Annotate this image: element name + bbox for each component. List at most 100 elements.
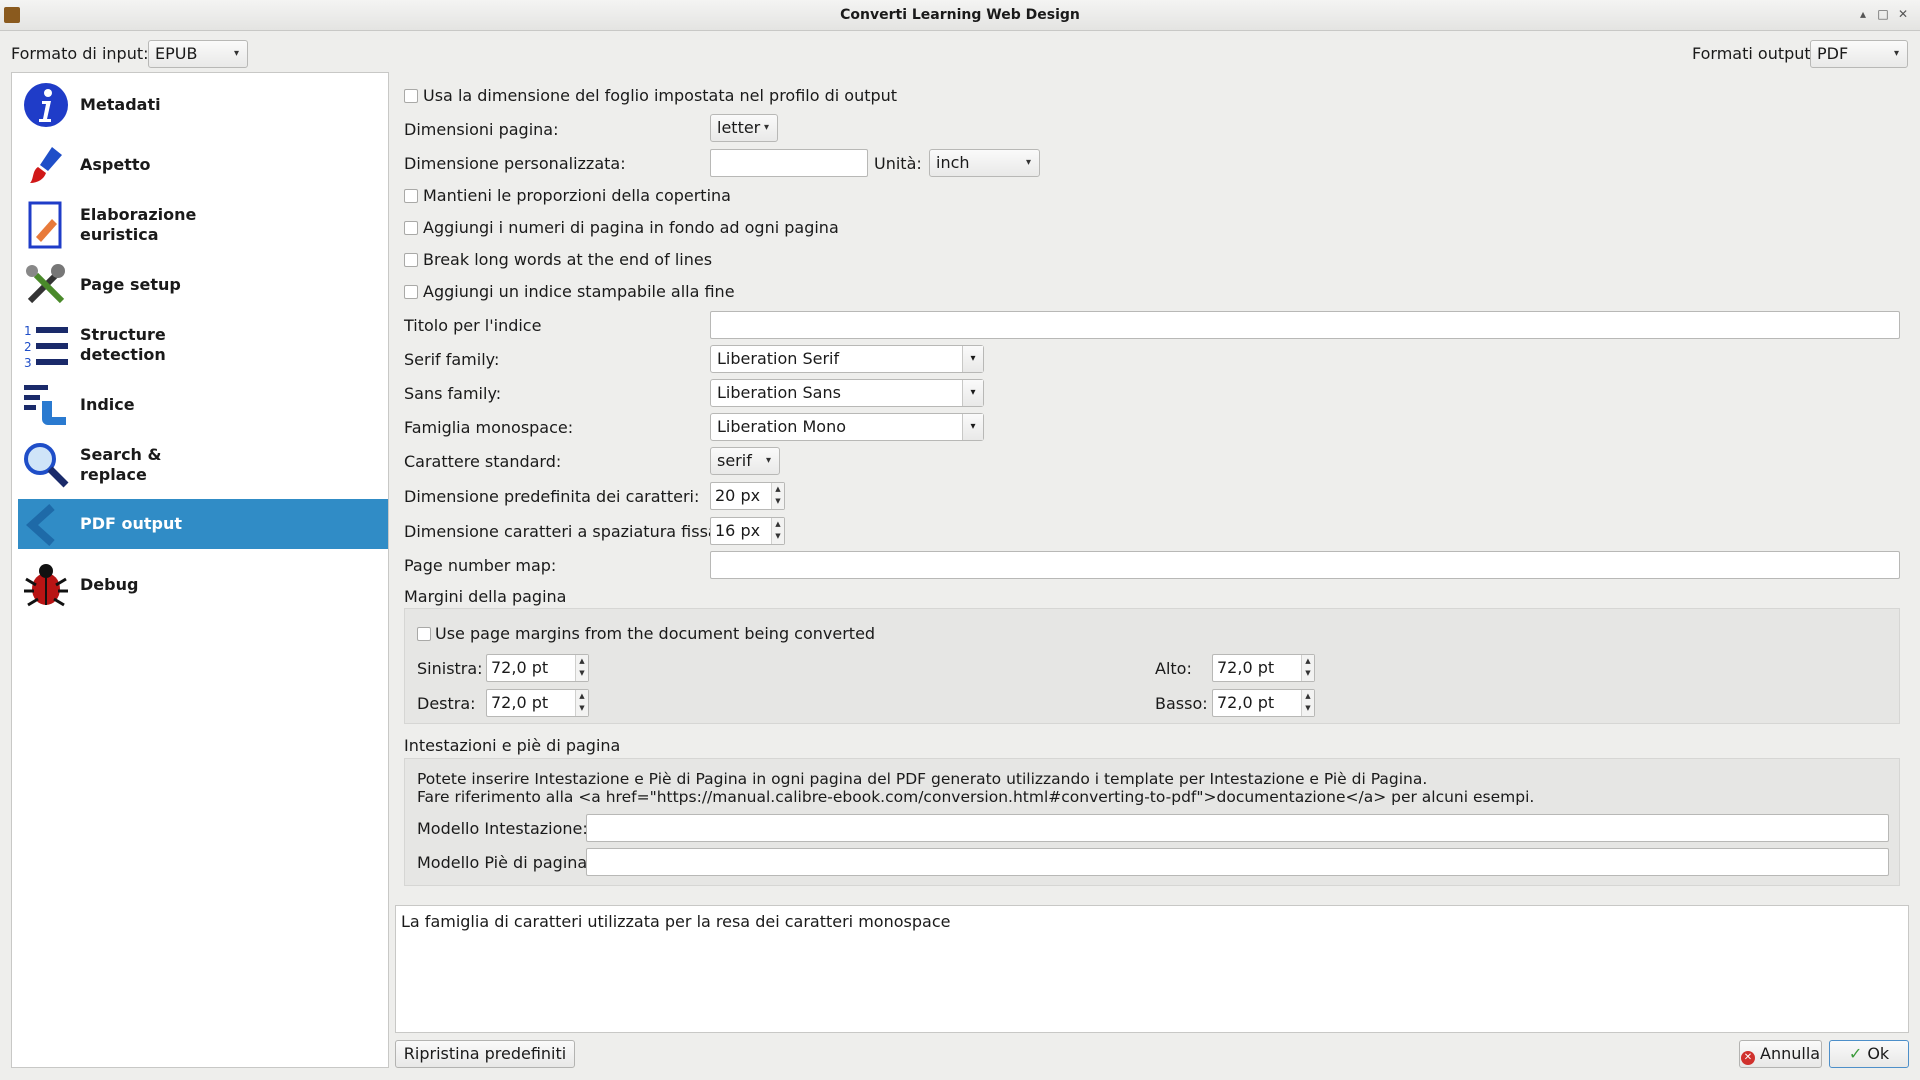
output-format-value: PDF [1817,44,1849,63]
serif-family-label: Serif family: [404,350,500,369]
default-font-size-label: Dimensione predefinita dei caratteri: [404,487,700,506]
toc-title-input[interactable] [710,311,1900,339]
default-font-size-value: 20 px [715,486,761,505]
margin-right-spinbox[interactable]: 72,0 pt ▲ ▼ [486,689,589,717]
mono-family-select[interactable]: Liberation Mono ▾ [710,413,984,441]
sidebar-item-metadata[interactable]: Metadati [18,77,388,131]
chevron-down-icon: ▾ [962,380,983,406]
chevron-down-icon: ▾ [962,346,983,372]
output-format-label: Formati output [1692,44,1811,63]
sidebar-item-toc[interactable]: Indice [18,377,388,431]
custom-size-label: Dimensione personalizzata: [404,154,626,173]
sidebar-item-label: Structure detection [80,325,166,364]
break-long-words-label: Break long words at the end of lines [423,250,713,269]
help-description-box: La famiglia di caratteri utilizzata per … [395,905,1909,1033]
use-doc-margins-checkbox[interactable] [417,627,431,641]
sans-family-label: Sans family: [404,384,502,403]
unit-select[interactable]: inch ▾ [929,149,1040,177]
margin-left-label: Sinistra: [417,659,483,678]
header-template-input[interactable] [586,814,1889,842]
sidebar-item-appearance[interactable]: Aspetto [18,137,388,191]
sidebar-item-label: Indice [80,395,135,414]
keep-cover-ratio-label: Mantieni le proporzioni della copertina [423,186,731,205]
standard-font-value: serif [717,451,752,470]
svg-text:2: 2 [24,340,32,354]
add-printable-toc-checkbox[interactable] [404,285,418,299]
margin-right-value: 72,0 pt [491,693,549,712]
back-arrow-icon [26,504,55,546]
mono-font-size-value: 16 px [715,521,761,540]
chevron-down-icon: ▾ [1025,157,1031,168]
margin-top-spinbox[interactable]: 72,0 pt ▲ ▼ [1212,654,1315,682]
check-icon: ✓ [1848,1044,1863,1063]
chevron-down-icon: ▾ [233,48,239,59]
input-format-select[interactable]: EPUB ▾ [148,40,248,68]
tools-icon [26,264,65,304]
serif-family-value: Liberation Serif [717,349,840,368]
maximize-icon[interactable]: □ [1876,7,1890,21]
standard-font-select[interactable]: serif ▾ [710,447,780,475]
toc-icon [24,385,66,425]
mono-font-size-label: Dimensione caratteri a spaziatura fissa: [404,522,724,541]
page-number-map-label: Page number map: [404,556,557,575]
sidebar-item-label: Aspetto [80,155,151,174]
footer-template-input[interactable] [586,848,1889,876]
info-icon [24,83,68,127]
spin-arrows-icon[interactable]: ▲ ▼ [771,518,784,544]
serif-family-select[interactable]: Liberation Serif ▾ [710,345,984,373]
brush-icon [30,147,62,183]
restore-defaults-button[interactable]: Ripristina predefiniti [395,1040,575,1068]
ok-button[interactable]: ✓ Ok [1829,1040,1909,1068]
spin-arrows-icon[interactable]: ▲ ▼ [771,483,784,509]
page-number-map-input[interactable] [710,551,1900,579]
add-page-numbers-checkbox[interactable] [404,221,418,235]
page-size-select[interactable]: letter ▾ [710,114,778,142]
mono-family-value: Liberation Mono [717,417,846,436]
cancel-button[interactable]: ✕ Annulla [1739,1040,1822,1068]
footer-template-label: Modello Piè di pagina [417,853,588,872]
chevron-down-icon: ▾ [962,414,983,440]
margin-left-spinbox[interactable]: 72,0 pt ▲ ▼ [486,654,589,682]
margins-group: Use page margins from the document being… [404,608,1900,724]
heuristics-icon [28,201,62,249]
chevron-down-icon: ▾ [765,455,771,466]
sidebar-item-debug[interactable]: Debug [18,557,388,611]
minimize-icon[interactable]: ▴ [1856,7,1870,21]
sans-family-select[interactable]: Liberation Sans ▾ [710,379,984,407]
unit-label: Unità: [874,154,922,173]
margin-left-value: 72,0 pt [491,658,549,677]
margin-bottom-spinbox[interactable]: 72,0 pt ▲ ▼ [1212,689,1315,717]
keep-cover-ratio-checkbox[interactable] [404,189,418,203]
spin-arrows-icon[interactable]: ▲ ▼ [575,690,588,716]
unit-value: inch [936,153,970,172]
spin-arrows-icon[interactable]: ▲ ▼ [1301,690,1314,716]
sidebar-item-search-replace[interactable]: Search & replace [18,437,388,491]
magnifier-icon [24,443,69,488]
add-page-numbers-label: Aggiungi i numeri di pagina in fondo ad … [423,218,839,237]
close-icon[interactable]: ✕ [1896,7,1910,21]
standard-font-label: Carattere standard: [404,452,562,471]
mono-font-size-spinbox[interactable]: 16 px ▲ ▼ [710,517,785,545]
chevron-down-icon: ▾ [763,122,769,133]
use-profile-size-checkbox[interactable] [404,89,418,103]
sidebar-item-structure[interactable]: 1 2 3 Structure detection [18,317,388,371]
spin-arrows-icon[interactable]: ▲ ▼ [575,655,588,681]
input-format-value: EPUB [155,44,198,63]
sidebar-item-label: Debug [80,575,139,594]
custom-size-input[interactable] [710,149,868,177]
margin-bottom-label: Basso: [1155,694,1208,713]
mono-family-label: Famiglia monospace: [404,418,574,437]
sidebar-item-page-setup[interactable]: Page setup [18,257,388,311]
svg-text:3: 3 [24,356,32,369]
use-profile-size-label: Usa la dimensione del foglio impostata n… [423,86,898,105]
cancel-label: Annulla [1760,1044,1821,1063]
spin-arrows-icon[interactable]: ▲ ▼ [1301,655,1314,681]
sidebar-item-pdf-output[interactable]: PDF output [18,499,388,549]
headers-group-title: Intestazioni e piè di pagina [404,736,621,755]
bug-icon [24,564,68,607]
output-format-select[interactable]: PDF ▾ [1810,40,1908,68]
sidebar-item-heuristics[interactable]: Elaborazione euristica [18,197,388,251]
sidebar-item-label: Search & replace [80,445,162,484]
default-font-size-spinbox[interactable]: 20 px ▲ ▼ [710,482,785,510]
break-long-words-checkbox[interactable] [404,253,418,267]
